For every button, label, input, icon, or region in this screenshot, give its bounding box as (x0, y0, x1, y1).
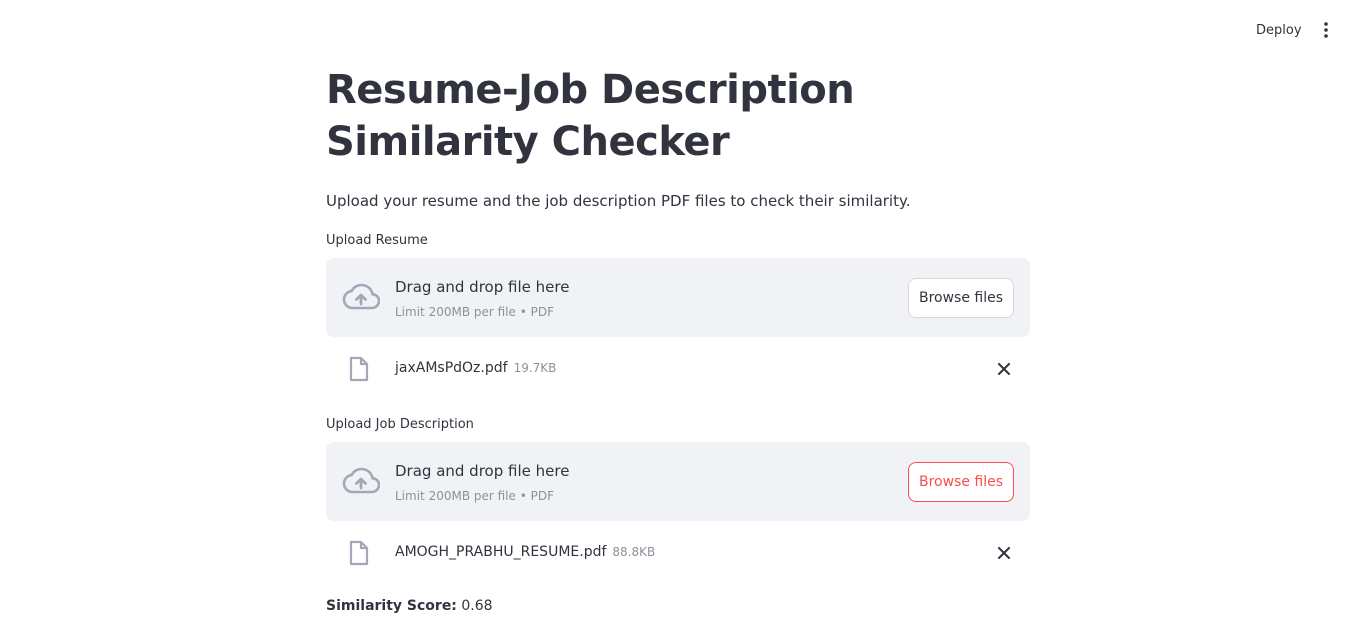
browse-files-button[interactable]: Browse files (908, 278, 1014, 318)
uploaded-file-name: jaxAMsPdOz.pdf 19.7KB (395, 358, 556, 378)
more-vertical-icon (1324, 22, 1328, 38)
similarity-score-label: Similarity Score: (326, 598, 457, 614)
uploaded-file-name: AMOGH_PRABHU_RESUME.pdf 88.8KB (395, 542, 655, 562)
close-icon (998, 547, 1010, 559)
close-icon (998, 363, 1010, 375)
drop-hint: Limit 200MB per file • PDF (395, 489, 554, 503)
drop-title: Drag and drop file here (395, 278, 570, 296)
job-description-dropzone[interactable]: Drag and drop file here Limit 200MB per … (326, 442, 1030, 521)
main-menu-button[interactable] (1314, 18, 1338, 42)
cloud-upload-icon (342, 283, 380, 310)
resume-uploader-label: Upload Resume (326, 233, 428, 248)
similarity-score: Similarity Score: 0.68 (326, 596, 1030, 616)
uploaded-file-row: jaxAMsPdOz.pdf 19.7KB (326, 337, 1030, 400)
app-header: Deploy (0, 0, 1363, 60)
file-name-text: jaxAMsPdOz.pdf (395, 360, 508, 376)
drop-hint: Limit 200MB per file • PDF (395, 305, 554, 319)
job-description-uploader-label: Upload Job Description (326, 417, 474, 432)
remove-file-button[interactable] (994, 359, 1014, 379)
uploaded-file-row: AMOGH_PRABHU_RESUME.pdf 88.8KB (326, 521, 1030, 584)
browse-files-button[interactable]: Browse files (908, 462, 1014, 502)
resume-uploader: Upload Resume Drag and drop file here Li… (326, 232, 1030, 400)
job-description-uploader: Upload Job Description Drag and drop fil… (326, 416, 1030, 584)
main-content: Resume-Job Description Similarity Checke… (326, 64, 1030, 616)
drop-title: Drag and drop file here (395, 462, 570, 480)
resume-dropzone[interactable]: Drag and drop file here Limit 200MB per … (326, 258, 1030, 337)
intro-text: Upload your resume and the job descripti… (326, 192, 911, 210)
file-size: 88.8KB (612, 545, 656, 559)
file-size: 19.7KB (513, 361, 557, 375)
file-name-text: AMOGH_PRABHU_RESUME.pdf (395, 544, 607, 560)
cloud-upload-icon (342, 467, 380, 494)
file-icon (349, 540, 369, 566)
file-icon (349, 356, 369, 382)
page-title: Resume-Job Description Similarity Checke… (326, 67, 855, 165)
deploy-button[interactable]: Deploy (1248, 20, 1310, 42)
similarity-score-value: 0.68 (461, 598, 493, 614)
remove-file-button[interactable] (994, 543, 1014, 563)
